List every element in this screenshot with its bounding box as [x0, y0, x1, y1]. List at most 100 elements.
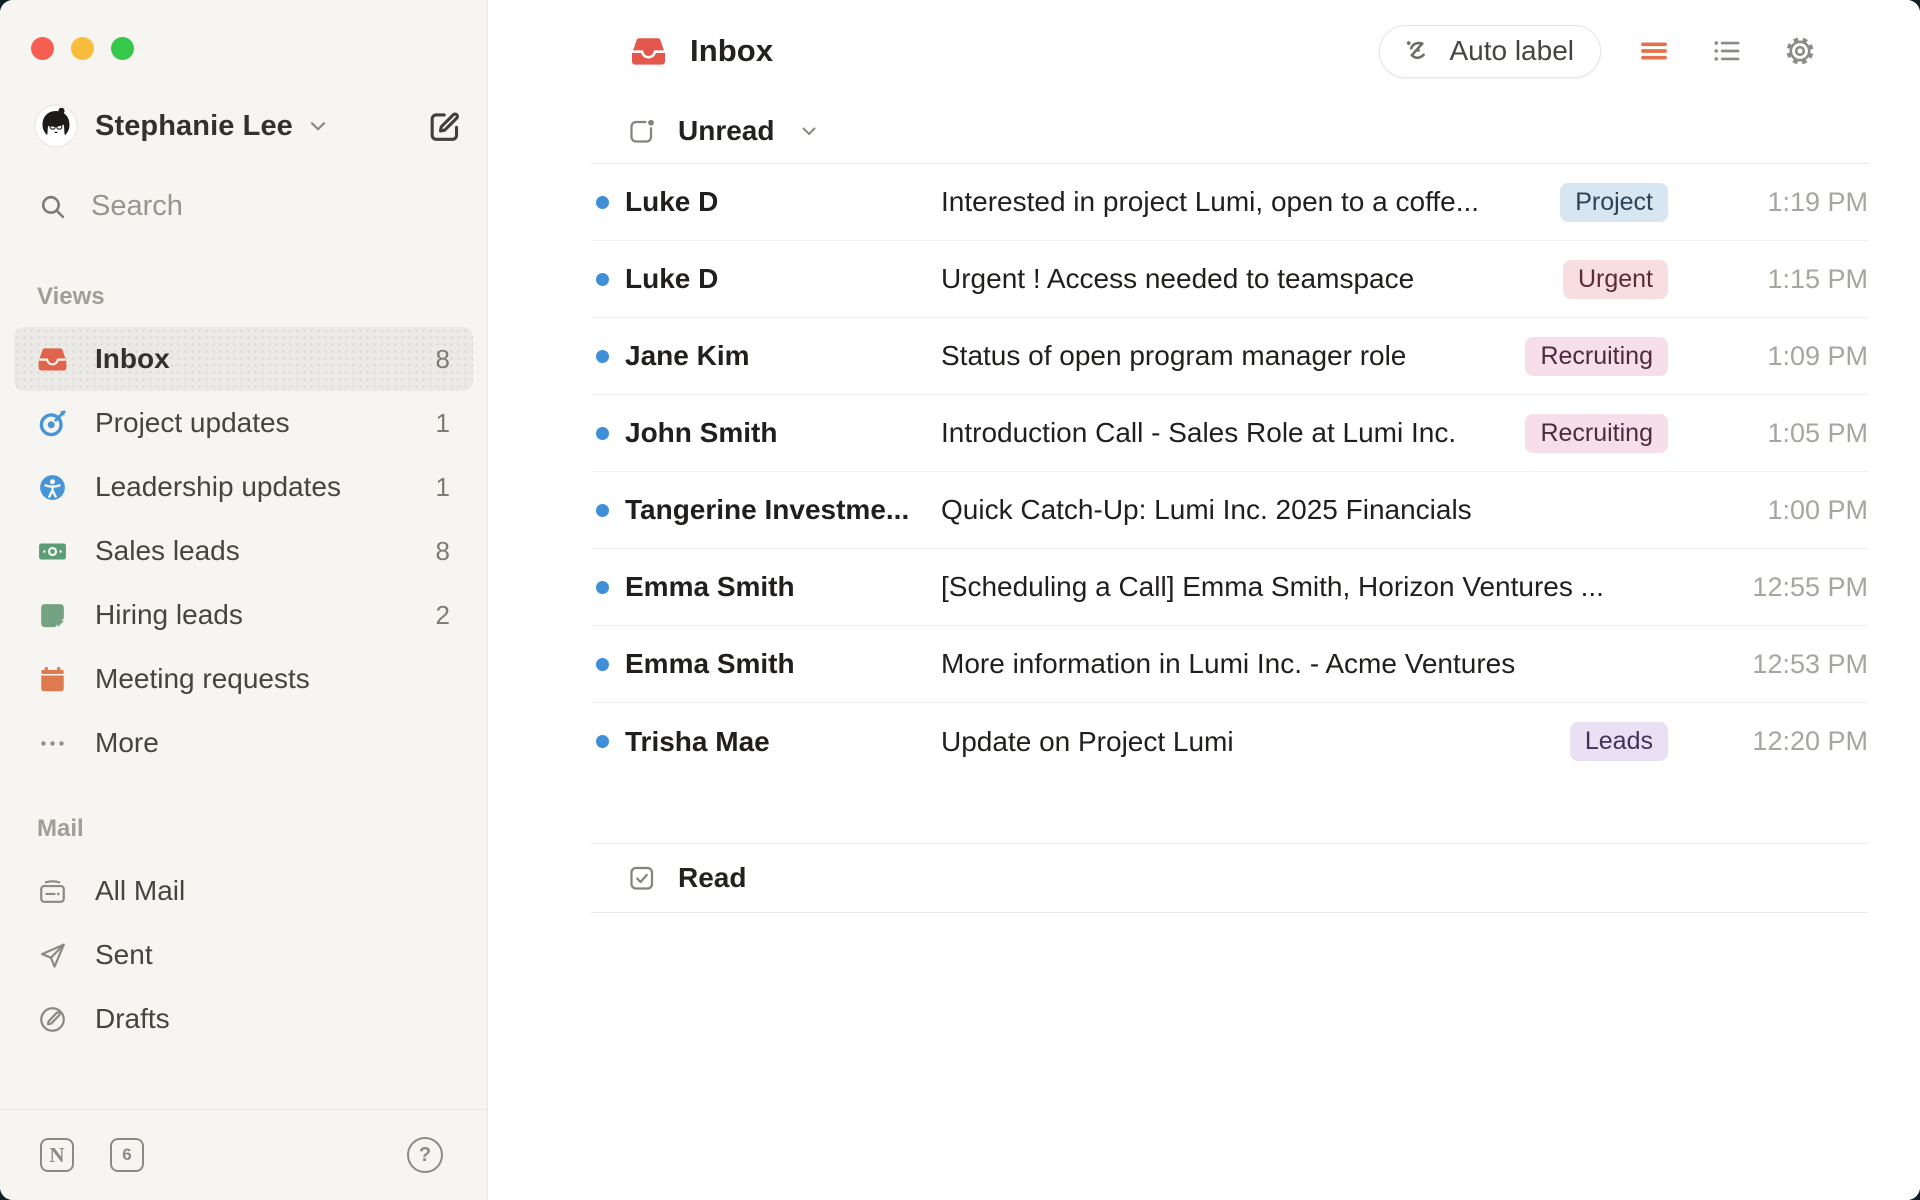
sidebar-item-project-updates[interactable]: Project updates 1 — [14, 391, 473, 455]
sidebar-item-leadership-updates[interactable]: Leadership updates 1 — [14, 455, 473, 519]
read-section-header[interactable]: Read — [591, 843, 1868, 913]
sidebar-item-label: More — [95, 727, 450, 759]
email-sender: Emma Smith — [625, 648, 941, 680]
close-button[interactable] — [31, 37, 54, 60]
chevron-down-icon[interactable] — [305, 113, 331, 139]
email-subject: Update on Project Lumi — [941, 726, 1554, 758]
email-sender: Luke D — [625, 186, 941, 218]
email-sender: Tangerine Investme... — [625, 494, 941, 526]
email-sender: Trisha Mae — [625, 726, 941, 758]
email-subject: Status of open program manager role — [941, 340, 1509, 372]
email-subject: [Scheduling a Call] Emma Smith, Horizon … — [941, 571, 1668, 603]
main-panel: Inbox Auto label Unread Luke DInterested… — [488, 0, 1920, 1200]
window-controls — [0, 0, 487, 60]
unread-icon — [627, 116, 657, 146]
sidebar-item-label: All Mail — [95, 875, 450, 907]
inbox-icon — [630, 33, 667, 70]
email-subject: Quick Catch-Up: Lumi Inc. 2025 Financial… — [941, 494, 1668, 526]
unread-count-badge: 1 — [436, 408, 450, 439]
sidebar-item-label: Project updates — [95, 407, 409, 439]
email-time: 12:53 PM — [1668, 649, 1868, 680]
email-subject: Interested in project Lumi, open to a co… — [941, 186, 1544, 218]
sidebar-item-label: Sent — [95, 939, 450, 971]
email-tag-project: Project — [1560, 183, 1668, 222]
unread-dot — [596, 427, 609, 440]
email-time: 12:20 PM — [1668, 726, 1868, 757]
email-time: 1:09 PM — [1668, 341, 1868, 372]
ellipsis-icon — [37, 728, 68, 759]
unread-section-header[interactable]: Unread — [591, 98, 1868, 164]
list-view-button[interactable] — [1707, 31, 1747, 71]
email-row[interactable]: John SmithIntroduction Call - Sales Role… — [591, 395, 1868, 472]
sidebar-item-label: Sales leads — [95, 535, 409, 567]
search-label: Search — [91, 190, 183, 223]
chevron-down-icon[interactable] — [797, 119, 821, 143]
sidebar-item-label: Inbox — [95, 343, 409, 375]
auto-label-button[interactable]: Auto label — [1379, 25, 1601, 78]
sidebar-item-sales-leads[interactable]: Sales leads8 — [14, 519, 473, 583]
sidebar-item-label: Leadership updates — [95, 471, 409, 503]
send-icon — [37, 940, 68, 971]
unread-count-badge: 1 — [436, 472, 450, 503]
unread-section-label: Unread — [678, 115, 774, 147]
unread-count-badge: 8 — [436, 344, 450, 375]
unread-count-badge: 2 — [436, 600, 450, 631]
section-label-mail: Mail — [14, 815, 473, 843]
email-row[interactable]: Trisha MaeUpdate on Project LumiLeads12:… — [591, 703, 1868, 780]
calendar-icon — [37, 664, 68, 695]
email-time: 12:55 PM — [1668, 572, 1868, 603]
email-row[interactable]: Emma Smith[Scheduling a Call] Emma Smith… — [591, 549, 1868, 626]
sidebar-item-label: Meeting requests — [95, 663, 450, 695]
help-button[interactable]: ? — [407, 1137, 443, 1173]
email-tag-recruiting: Recruiting — [1525, 414, 1668, 453]
email-sender: Emma Smith — [625, 571, 941, 603]
email-sender: John Smith — [625, 417, 941, 449]
sidebar-item-sent[interactable]: Sent — [14, 923, 473, 987]
read-section-label: Read — [678, 862, 746, 894]
sidebar-item-drafts[interactable]: Drafts — [14, 987, 473, 1051]
zoom-button[interactable] — [111, 37, 134, 60]
email-tag-recruiting: Recruiting — [1525, 337, 1668, 376]
section-label-views: Views — [14, 283, 473, 311]
search-button[interactable]: Search — [38, 190, 451, 223]
compose-button[interactable] — [426, 108, 463, 145]
notion-logo-badge[interactable]: N — [40, 1138, 74, 1172]
account-switcher: Stephanie Lee — [34, 104, 463, 148]
settings-button[interactable] — [1780, 31, 1820, 71]
sidebar-item-label: Hiring leads — [95, 599, 409, 631]
sidebar-nav: ViewsInbox8Project updates1Leadership up… — [0, 249, 487, 1051]
email-time: 1:00 PM — [1668, 495, 1868, 526]
email-row[interactable]: Luke DInterested in project Lumi, open t… — [591, 164, 1868, 241]
inbox-icon — [37, 344, 68, 375]
sidebar-item-more[interactable]: More — [14, 711, 473, 775]
note-icon — [37, 600, 68, 631]
target-icon — [37, 408, 68, 439]
unread-dot — [596, 196, 609, 209]
calendar-badge[interactable]: 6 — [110, 1138, 144, 1172]
sidebar: Stephanie Lee Search Views Inbox 8 Project … — [0, 0, 488, 1200]
sidebar-item-hiring-leads[interactable]: Hiring leads 2 — [14, 583, 473, 647]
person-icon — [37, 472, 68, 503]
app-window: Stephanie Lee Search Views Inbox 8 Project … — [0, 0, 1920, 1200]
email-time: 1:05 PM — [1668, 418, 1868, 449]
sidebar-item-inbox[interactable]: Inbox 8 — [14, 327, 473, 391]
email-sender: Jane Kim — [625, 340, 941, 372]
sidebar-item-all-mail[interactable]: All Mail — [14, 859, 473, 923]
sidebar-item-meeting-requests[interactable]: Meeting requests — [14, 647, 473, 711]
email-tag-urgent: Urgent — [1563, 260, 1668, 299]
page-title: Inbox — [690, 33, 773, 69]
email-time: 1:15 PM — [1668, 264, 1868, 295]
account-name[interactable]: Stephanie Lee — [95, 110, 293, 143]
auto-label-icon — [1402, 35, 1435, 68]
avatar[interactable] — [34, 104, 78, 148]
email-row[interactable]: Jane KimStatus of open program manager r… — [591, 318, 1868, 395]
email-sender: Luke D — [625, 263, 941, 295]
minimize-button[interactable] — [71, 37, 94, 60]
unread-dot — [596, 658, 609, 671]
email-row[interactable]: Tangerine Investme...Quick Catch-Up: Lum… — [591, 472, 1868, 549]
unread-dot — [596, 350, 609, 363]
email-row[interactable]: Luke DUrgent ! Access needed to teamspac… — [591, 241, 1868, 318]
banknote-icon — [37, 536, 68, 567]
email-row[interactable]: Emma SmithMore information in Lumi Inc. … — [591, 626, 1868, 703]
filter-button[interactable] — [1634, 31, 1674, 71]
